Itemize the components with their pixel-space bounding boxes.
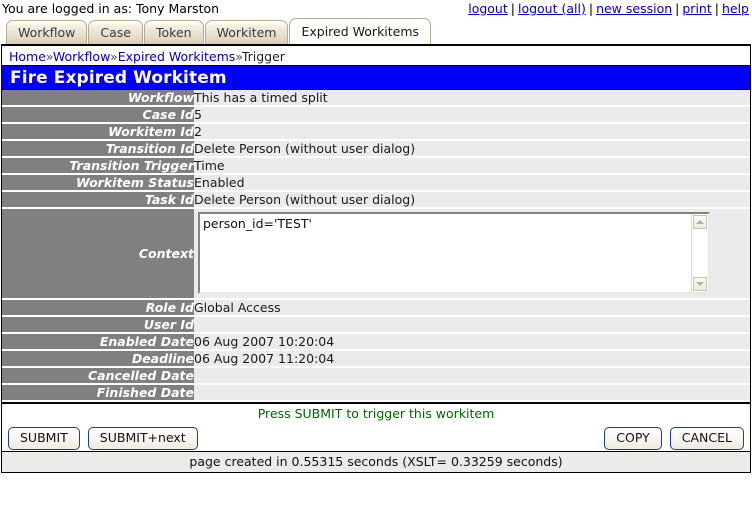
field-label-workitem-status: Workitem Status [2,174,194,191]
table-row: Enabled Date 06 Aug 2007 10:20:04 [2,333,750,350]
field-value-role-id: Global Access [194,299,750,316]
breadcrumb-item-home[interactable]: Home [9,49,46,64]
breadcrumb-item-workflow[interactable]: Workflow [53,49,110,64]
field-label-transition-id: Transition Id [2,140,194,157]
new-session-link[interactable]: new session [596,1,672,16]
link-separator: | [712,1,722,16]
field-value-cancelled-date [194,367,750,384]
table-row: User Id [2,316,750,333]
submit-button[interactable]: SUBMIT [8,427,80,450]
field-label-cancelled-date: Cancelled Date [2,367,194,384]
table-row: Task Id Delete Person (without user dial… [2,191,750,208]
table-row: Workitem Status Enabled [2,174,750,191]
field-label-finished-date: Finished Date [2,384,194,401]
field-label-deadline: Deadline [2,350,194,367]
secondary-buttons: COPY CANCEL [596,427,744,450]
copy-button[interactable]: COPY [604,427,661,450]
help-link[interactable]: help [722,1,749,16]
page-timing-footer: page created in 0.55315 seconds (XSLT= 0… [2,451,750,472]
tab-token[interactable]: Token [144,20,204,44]
field-value-case-id: 5 [194,106,750,123]
link-separator: | [586,1,596,16]
table-row: Finished Date [2,384,750,401]
field-label-workflow: Workflow [2,90,194,106]
primary-buttons: SUBMIT SUBMIT+next [8,427,206,450]
field-value-context [194,208,750,299]
table-row: Deadline 06 Aug 2007 11:20:04 [2,350,750,367]
content-frame: Home»Workflow»Expired Workitems»Trigger … [1,44,751,473]
breadcrumb: Home»Workflow»Expired Workitems»Trigger [2,46,750,65]
logged-in-label: You are logged in as: Tony Marston [2,1,219,16]
field-label-user-id: User Id [2,316,194,333]
field-value-user-id [194,316,750,333]
top-utility-links: logout|logout (all)|new session|print|he… [468,1,749,16]
print-link[interactable]: print [682,1,711,16]
field-value-transition-trigger: Time [194,157,750,174]
context-scrollbar[interactable] [691,214,708,292]
scroll-up-arrow-icon[interactable] [693,215,707,229]
cancel-button[interactable]: CANCEL [670,427,744,450]
tab-bar: WorkflowCaseTokenWorkitemExpired Workite… [0,18,752,44]
breadcrumb-item-trigger: Trigger [242,49,285,64]
field-label-workitem-id: Workitem Id [2,123,194,140]
status-message: Press SUBMIT to trigger this workitem [2,402,750,424]
table-row-context: Context [2,208,750,299]
field-value-transition-id: Delete Person (without user dialog) [194,140,750,157]
breadcrumb-separator: » [46,49,53,64]
link-separator: | [508,1,518,16]
field-value-enabled-date: 06 Aug 2007 10:20:04 [194,333,750,350]
field-label-enabled-date: Enabled Date [2,333,194,350]
breadcrumb-separator: » [110,49,118,64]
top-identity-bar: You are logged in as: Tony Marston logou… [0,0,752,18]
table-row: Workflow This has a timed split [2,90,750,106]
field-value-workflow: This has a timed split [194,90,750,106]
field-value-finished-date [194,384,750,401]
table-row: Role Id Global Access [2,299,750,316]
logout-link[interactable]: logout [468,1,508,16]
link-separator: | [672,1,682,16]
field-value-task-id: Delete Person (without user dialog) [194,191,750,208]
tab-workflow[interactable]: Workflow [6,20,87,44]
tab-expired-workitems[interactable]: Expired Workitems [289,18,431,44]
tab-case[interactable]: Case [88,20,143,44]
field-value-workitem-status: Enabled [194,174,750,191]
table-row: Cancelled Date [2,367,750,384]
tab-workitem[interactable]: Workitem [205,20,289,44]
table-row: Transition Id Delete Person (without use… [2,140,750,157]
field-label-transition-trigger: Transition Trigger [2,157,194,174]
submit-next-button[interactable]: SUBMIT+next [88,427,198,450]
field-label-task-id: Task Id [2,191,194,208]
workitem-detail-table: Workflow This has a timed split Case Id … [2,90,750,402]
field-label-case-id: Case Id [2,106,194,123]
scroll-down-arrow-icon[interactable] [693,277,707,291]
table-row: Case Id 5 [2,106,750,123]
button-bar: SUBMIT SUBMIT+next COPY CANCEL [2,424,750,451]
field-value-workitem-id: 2 [194,123,750,140]
field-label-context: Context [2,208,194,299]
field-label-role-id: Role Id [2,299,194,316]
context-textarea-wrapper [198,212,710,294]
logout-all-link[interactable]: logout (all) [518,1,586,16]
table-row: Workitem Id 2 [2,123,750,140]
context-textarea[interactable] [203,216,690,290]
table-row: Transition Trigger Time [2,157,750,174]
field-value-deadline: 06 Aug 2007 11:20:04 [194,350,750,367]
page-title: Fire Expired Workitem [2,65,750,90]
breadcrumb-item-expired-workitems[interactable]: Expired Workitems [118,49,236,64]
